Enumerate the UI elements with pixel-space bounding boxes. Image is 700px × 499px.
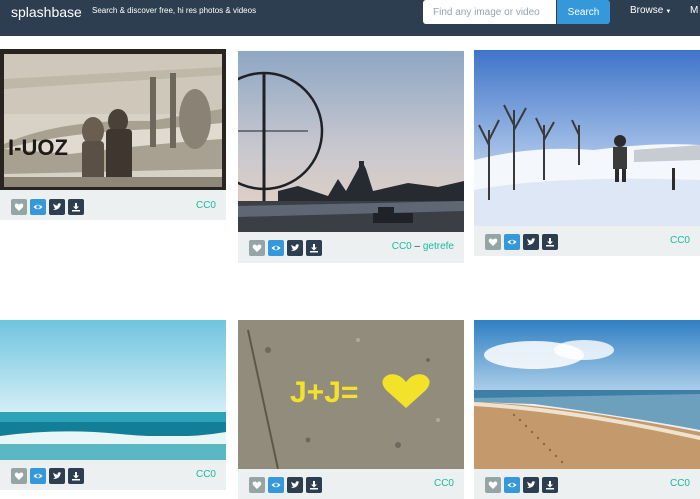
heart-icon	[14, 203, 24, 211]
author-link[interactable]: getrefe	[423, 241, 454, 252]
photo-beach	[474, 320, 700, 469]
eye-icon	[33, 473, 43, 479]
download-button[interactable]	[306, 240, 322, 256]
download-button[interactable]	[542, 477, 558, 493]
twitter-icon	[527, 238, 536, 245]
eye-icon	[33, 204, 43, 210]
license-label[interactable]: CC0	[392, 241, 412, 252]
photo-card: CC0 – getrefe	[238, 51, 464, 263]
brand-logo[interactable]: splashbase	[11, 4, 82, 20]
tagline: Search & discover free, hi res photos & …	[92, 6, 257, 15]
caret-down-icon: ▼	[665, 9, 672, 15]
twitter-icon	[53, 203, 62, 210]
view-button[interactable]	[504, 477, 520, 493]
twitter-icon	[291, 481, 300, 488]
download-icon	[546, 481, 554, 490]
photo-card: I-UOZ CC0	[0, 49, 226, 220]
license-label[interactable]: CC0	[670, 235, 690, 246]
like-button[interactable]	[485, 234, 501, 250]
download-icon	[310, 244, 318, 253]
heart-icon	[252, 244, 262, 252]
like-button[interactable]	[249, 477, 265, 493]
card-footer: CC0	[0, 192, 226, 220]
credit-separator: –	[414, 241, 421, 252]
photo-card: CC0	[474, 320, 700, 499]
twitter-icon	[53, 472, 62, 479]
heart-icon	[488, 481, 498, 489]
heart-icon	[252, 481, 262, 489]
download-button[interactable]	[542, 234, 558, 250]
photo-sand-heart: J+J=	[238, 320, 464, 469]
view-button[interactable]	[268, 240, 284, 256]
photo-london-eye	[238, 51, 464, 232]
photo-image[interactable]: I-UOZ	[0, 49, 226, 190]
like-button[interactable]	[485, 477, 501, 493]
download-button[interactable]	[68, 199, 84, 215]
tweet-button[interactable]	[287, 240, 303, 256]
card-footer: CC0	[0, 461, 226, 489]
tweet-button[interactable]	[523, 234, 539, 250]
search-input[interactable]	[423, 0, 556, 24]
photo-card: J+J= CC0	[238, 320, 464, 499]
view-button[interactable]	[268, 477, 284, 493]
eye-icon	[271, 245, 281, 251]
tweet-button[interactable]	[49, 199, 65, 215]
eye-icon	[507, 482, 517, 488]
photo-image[interactable]	[238, 51, 464, 232]
download-icon	[310, 481, 318, 490]
download-icon	[72, 203, 80, 212]
eye-icon	[507, 239, 517, 245]
tweet-button[interactable]	[523, 477, 539, 493]
search-button[interactable]: Search	[557, 0, 610, 24]
license-label[interactable]: CC0	[196, 469, 216, 480]
download-button[interactable]	[68, 468, 84, 484]
browse-menu[interactable]: Browse ▼	[630, 5, 671, 16]
navbar: splashbase Search & discover free, hi re…	[0, 0, 700, 36]
like-button[interactable]	[11, 199, 27, 215]
photo-image[interactable]: J+J=	[238, 320, 464, 469]
eye-icon	[271, 482, 281, 488]
card-footer: CC0	[238, 470, 464, 498]
like-button[interactable]	[11, 468, 27, 484]
like-button[interactable]	[249, 240, 265, 256]
license-label[interactable]: CC0	[670, 478, 690, 489]
photo-image[interactable]	[0, 320, 226, 460]
view-button[interactable]	[504, 234, 520, 250]
view-button[interactable]	[30, 468, 46, 484]
download-icon	[546, 238, 554, 247]
photo-image[interactable]	[474, 50, 700, 226]
twitter-icon	[291, 244, 300, 251]
browse-label: Browse	[630, 5, 664, 16]
photo-card: CC0	[0, 320, 226, 490]
license-label[interactable]: CC0	[196, 200, 216, 211]
photo-card: CC0	[474, 50, 700, 256]
tweet-button[interactable]	[49, 468, 65, 484]
photo-image[interactable]	[474, 320, 700, 469]
heart-icon	[488, 238, 498, 246]
download-button[interactable]	[306, 477, 322, 493]
photo-biplane: I-UOZ	[0, 49, 226, 190]
tweet-button[interactable]	[287, 477, 303, 493]
license-credit: CC0 – getrefe	[392, 241, 454, 252]
download-icon	[72, 472, 80, 481]
svg-text:J+J=: J+J=	[290, 376, 358, 409]
nav-more[interactable]: M	[690, 5, 698, 16]
card-footer: CC0	[474, 470, 700, 498]
photo-ocean	[0, 320, 226, 460]
view-button[interactable]	[30, 199, 46, 215]
card-footer: CC0	[474, 227, 700, 255]
card-footer: CC0 – getrefe	[238, 233, 464, 261]
license-label[interactable]: CC0	[434, 478, 454, 489]
twitter-icon	[527, 481, 536, 488]
svg-text:I-UOZ: I-UOZ	[8, 135, 68, 160]
photo-snow	[474, 50, 700, 226]
heart-icon	[14, 472, 24, 480]
